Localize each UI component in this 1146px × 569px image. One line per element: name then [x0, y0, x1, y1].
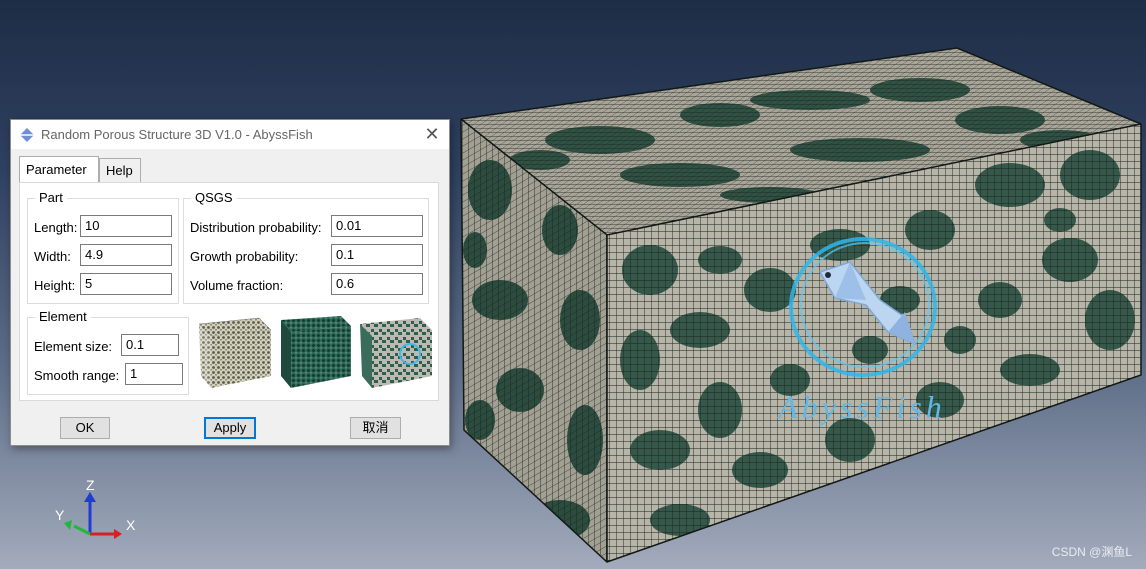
ok-button[interactable]: OK [60, 417, 110, 439]
preview-cube-dark [281, 316, 351, 388]
tab-parameter[interactable]: Parameter [19, 156, 99, 182]
qsgs-group-title: QSGS [191, 190, 237, 205]
close-icon[interactable]: ✕ [421, 123, 443, 145]
dialog-title: Random Porous Structure 3D V1.0 - AbyssF… [41, 127, 313, 142]
part-group: Part Length: 10 Width: 4.9 Height: 5 [27, 190, 179, 304]
cancel-button[interactable]: 取消 [350, 417, 401, 439]
part-group-title: Part [35, 190, 67, 205]
width-input[interactable]: 4.9 [80, 244, 172, 266]
growth-label: Growth probability: [190, 249, 299, 264]
axis-x-label: X [126, 517, 136, 533]
element-group-title: Element [35, 309, 91, 324]
height-input[interactable]: 5 [80, 273, 172, 295]
smooth-range-label: Smooth range: [34, 368, 120, 383]
logo-text: AbyssFish [776, 389, 946, 425]
length-input[interactable]: 10 [80, 215, 172, 237]
qsgs-group: QSGS Distribution probability: 0.01 Grow… [183, 190, 429, 304]
distribution-label: Distribution probability: [190, 220, 322, 235]
length-label: Length: [34, 220, 78, 235]
width-label: Width: [34, 249, 71, 264]
porous-structure-dialog: Random Porous Structure 3D V1.0 - AbyssF… [10, 119, 450, 446]
apply-button[interactable]: Apply [204, 417, 256, 439]
volume-input[interactable]: 0.6 [331, 273, 423, 295]
watermark: CSDN @渊鱼L [1051, 545, 1132, 559]
distribution-input[interactable]: 0.01 [331, 215, 423, 237]
element-size-label: Element size: [34, 339, 113, 354]
tab-help[interactable]: Help [99, 158, 141, 182]
height-label: Height: [34, 278, 76, 293]
axis-y-label: Y [55, 507, 65, 523]
parameter-panel: Part Length: 10 Width: 4.9 Height: 5 QSG… [19, 182, 439, 401]
preview-cube-logo [360, 318, 432, 388]
element-group: Element Element size: 0.1 Smooth range: … [27, 309, 189, 395]
element-size-input[interactable]: 0.1 [121, 334, 179, 356]
preview-cube-light [198, 317, 272, 388]
axis-triad: Z X Y [55, 477, 136, 539]
smooth-range-input[interactable]: 1 [125, 363, 183, 385]
app-icon [20, 128, 34, 142]
axis-z-label: Z [86, 477, 95, 493]
volume-label: Volume fraction: [190, 278, 284, 293]
dialog-titlebar[interactable]: Random Porous Structure 3D V1.0 - AbyssF… [11, 120, 449, 149]
growth-input[interactable]: 0.1 [331, 244, 423, 266]
